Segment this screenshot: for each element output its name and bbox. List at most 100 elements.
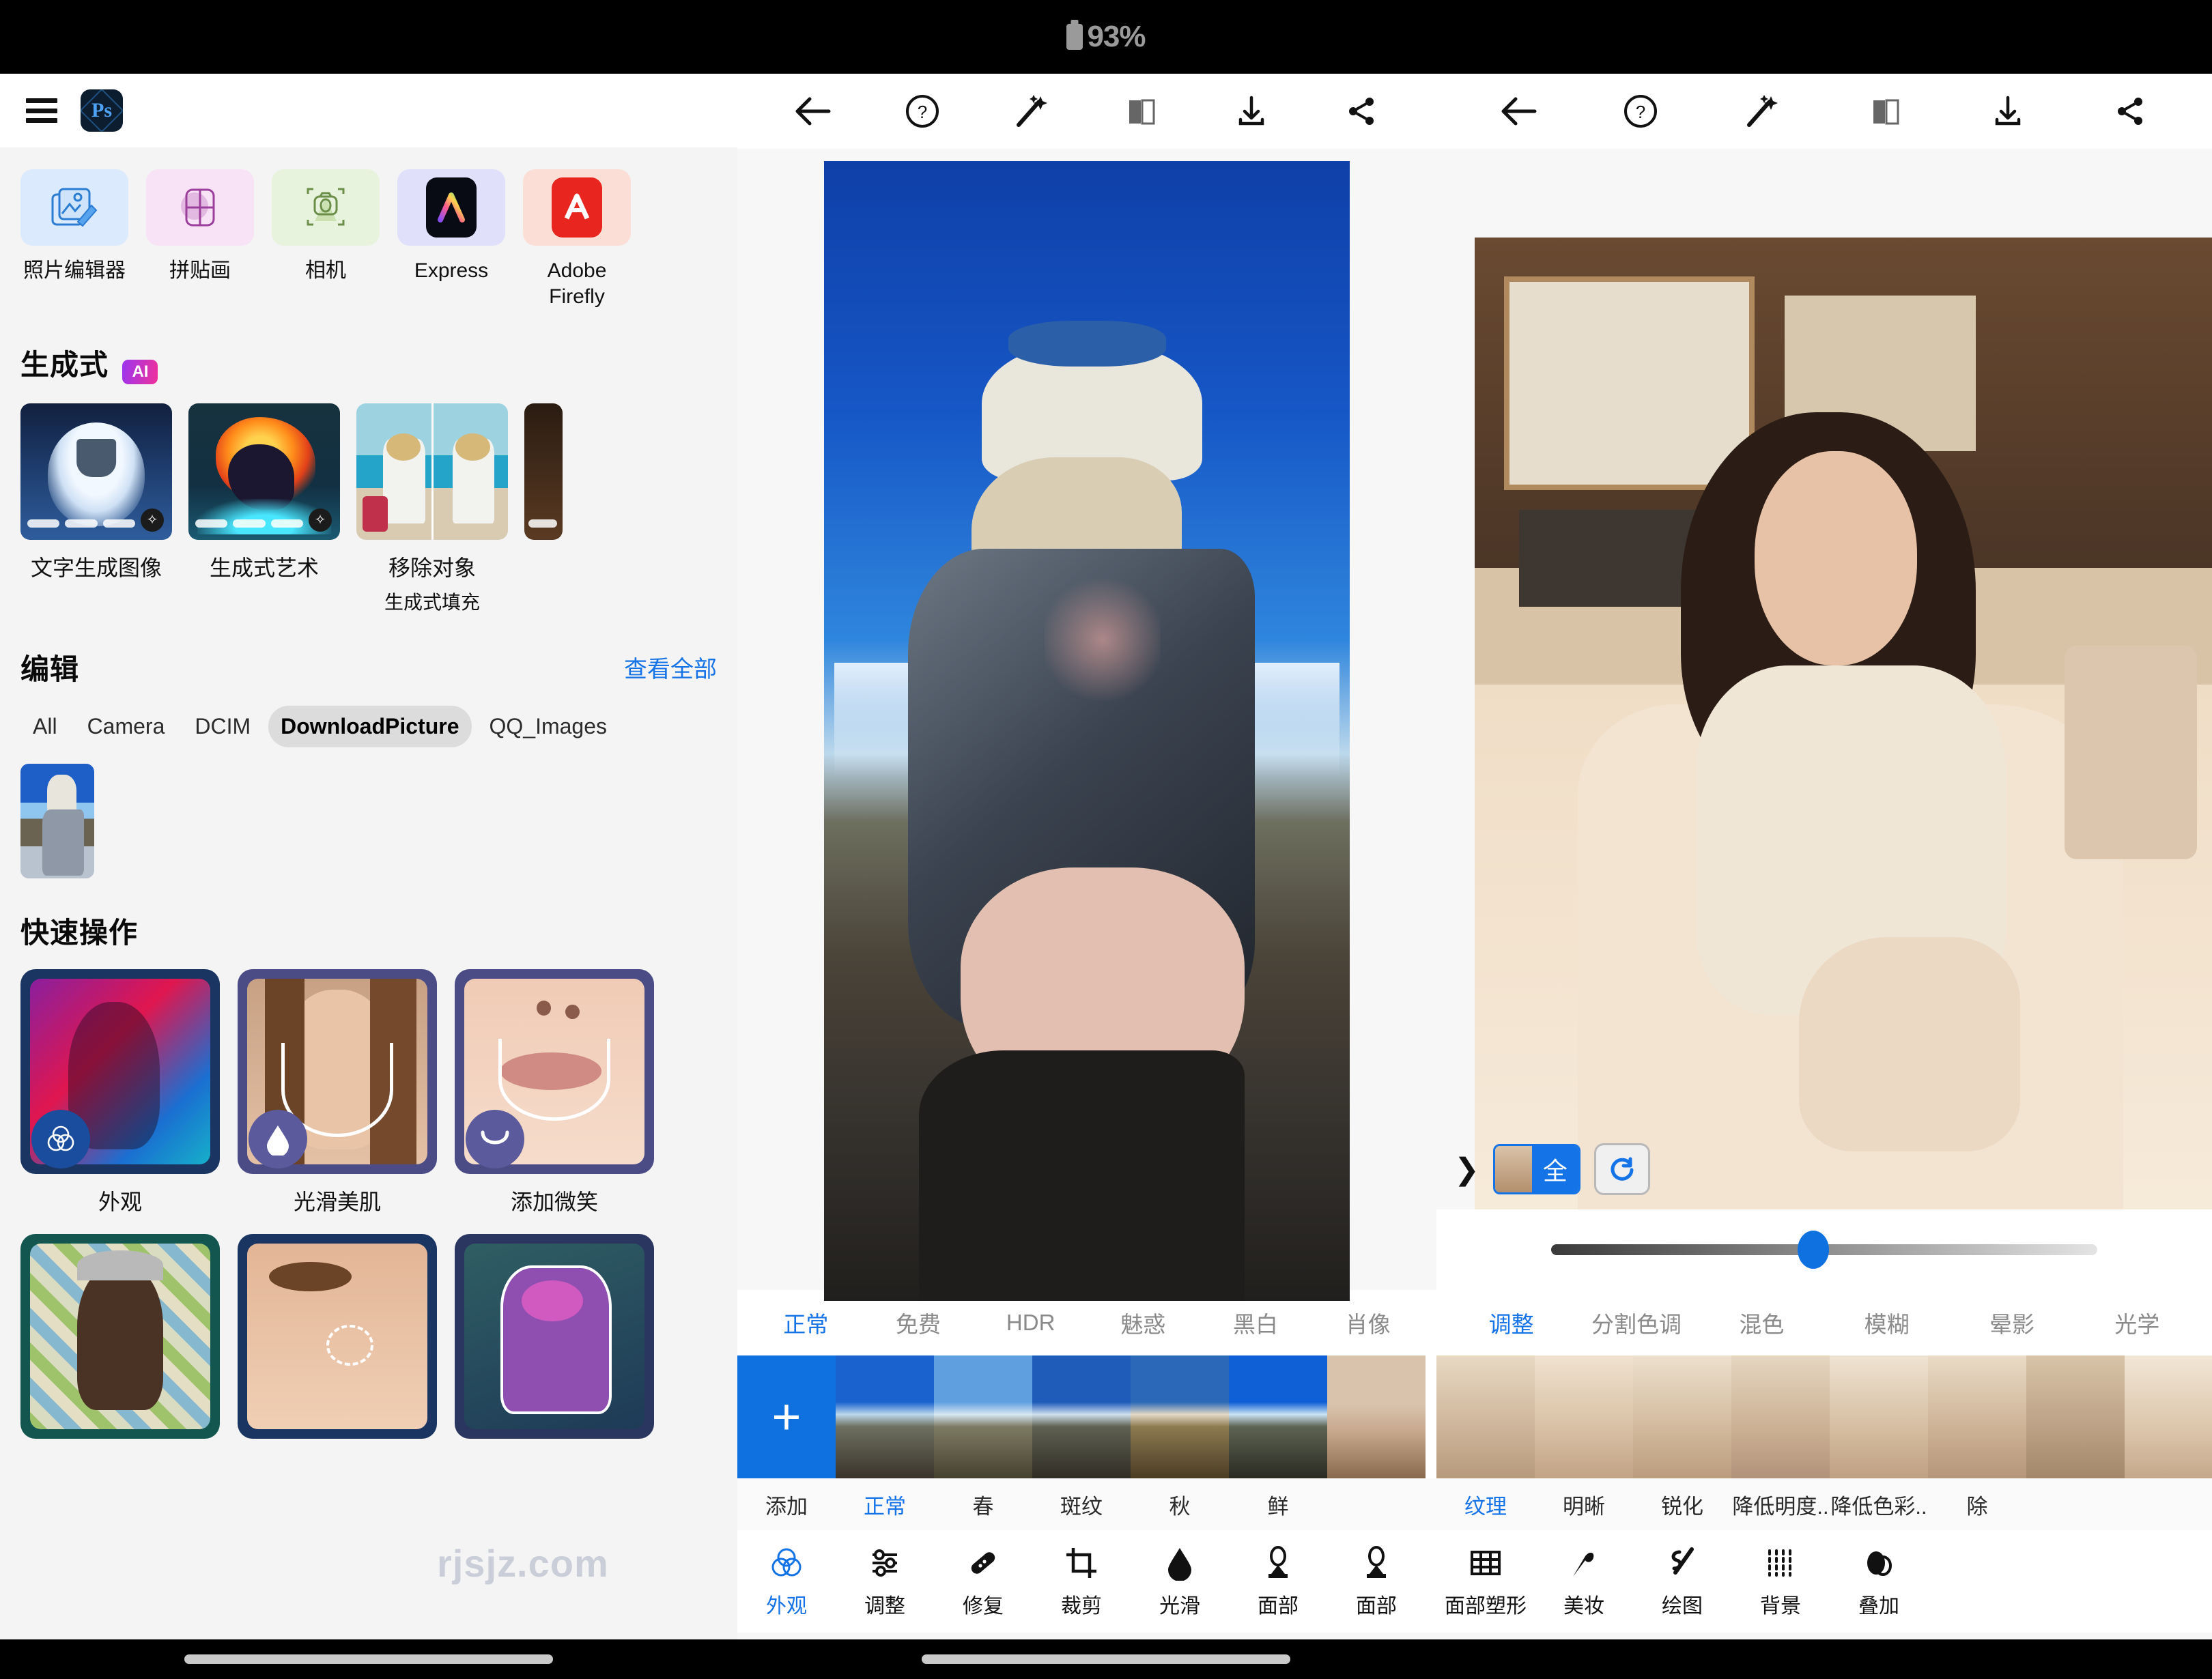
filmstrip-preset-thumb[interactable] bbox=[934, 1355, 1032, 1478]
generative-card[interactable]: 移除对象 生成式填充 bbox=[356, 403, 508, 615]
filmstrip-add-button[interactable]: + bbox=[737, 1355, 836, 1478]
tab-zhengchang[interactable]: 正常 bbox=[750, 1306, 862, 1339]
tool-photo-editor[interactable]: 照片编辑器 bbox=[20, 169, 128, 311]
quick-action-looks[interactable]: 外观 bbox=[20, 968, 220, 1216]
tab-hdr[interactable]: HDR bbox=[974, 1310, 1087, 1336]
generative-card-row[interactable]: ✧ 文字生成图像 ✧ 生成式艺术 移除对象 生成式填充 bbox=[0, 384, 737, 615]
filmstrip-preset-thumb[interactable] bbox=[2026, 1355, 2125, 1478]
generative-card[interactable]: ✧ 文字生成图像 bbox=[20, 403, 172, 615]
back-icon[interactable] bbox=[786, 85, 838, 137]
nav-guanghua[interactable]: 光滑 bbox=[1131, 1544, 1229, 1619]
filmstrip-preset-thumb[interactable] bbox=[1229, 1355, 1327, 1478]
filmstrip-preset-thumb[interactable] bbox=[2125, 1355, 2212, 1478]
share-icon[interactable] bbox=[2104, 85, 2156, 137]
tab-tiaozheng[interactable]: 调整 bbox=[1449, 1306, 1574, 1339]
quick-action-blemish[interactable] bbox=[238, 1233, 437, 1439]
compare-icon[interactable] bbox=[1116, 85, 1167, 137]
nav-xiufu[interactable]: 修复 bbox=[934, 1544, 1032, 1619]
help-icon[interactable]: ? bbox=[896, 85, 948, 137]
editor-canvas-right[interactable]: ❯ 全 bbox=[1436, 149, 2212, 1209]
tab-hunse[interactable]: 混色 bbox=[1699, 1306, 1824, 1339]
download-icon[interactable] bbox=[1225, 85, 1277, 137]
filmstrip-label-banwen[interactable]: 斑纹 bbox=[1032, 1489, 1131, 1520]
folder-chip-all[interactable]: All bbox=[20, 706, 70, 747]
nav-caijian[interactable]: 裁剪 bbox=[1032, 1544, 1131, 1619]
tab-yunying[interactable]: 晕影 bbox=[1949, 1306, 2074, 1339]
filmstrip-label-chu[interactable]: 除 bbox=[1928, 1489, 2026, 1520]
nav-mianbusuxing[interactable]: 面部塑形 bbox=[1436, 1544, 1535, 1619]
nav-beijing[interactable]: 背景 bbox=[1731, 1544, 1830, 1619]
tab-guangxue[interactable]: 光学 bbox=[2075, 1306, 2200, 1339]
tool-collage[interactable]: 拼贴画 bbox=[146, 169, 254, 311]
filmstrip-preset-thumb[interactable] bbox=[1633, 1355, 1731, 1478]
tool-firefly[interactable]: Adobe Firefly bbox=[523, 169, 631, 311]
filmstrip-label-qiu[interactable]: 秋 bbox=[1131, 1489, 1229, 1520]
tab-fengesediao[interactable]: 分割色调 bbox=[1574, 1306, 1699, 1339]
quick-action-smooth-skin[interactable]: 光滑美肌 bbox=[238, 968, 437, 1216]
scope-selector[interactable]: 全 bbox=[1492, 1144, 1580, 1194]
adjustment-slider-knob[interactable] bbox=[1798, 1231, 1829, 1269]
tab-meihuo[interactable]: 魅惑 bbox=[1087, 1306, 1200, 1339]
nav-tiaozheng[interactable]: 调整 bbox=[836, 1544, 934, 1619]
filmstrip-preset-thumb[interactable] bbox=[836, 1355, 934, 1478]
view-all-link[interactable]: 查看全部 bbox=[624, 650, 717, 684]
editor-canvas-middle[interactable] bbox=[737, 149, 1436, 1301]
folder-chip-downloadpicture[interactable]: DownloadPicture bbox=[268, 705, 472, 747]
photoshop-express-logo[interactable]: Ps bbox=[79, 88, 124, 133]
filmstrip-label-xian[interactable]: 鲜 bbox=[1229, 1489, 1327, 1520]
tab-mianfei[interactable]: 免费 bbox=[862, 1306, 975, 1339]
nav-mianbu-1[interactable]: 面部 bbox=[1229, 1544, 1327, 1619]
nav-handle-right[interactable] bbox=[922, 1654, 1290, 1664]
filmstrip-preset-thumb[interactable] bbox=[1131, 1355, 1229, 1478]
filmstrip-middle[interactable]: + bbox=[737, 1355, 1436, 1478]
nav-waiguan[interactable]: 外观 bbox=[737, 1544, 836, 1619]
adjustment-slider-track[interactable] bbox=[1551, 1231, 2097, 1269]
back-icon[interactable] bbox=[1492, 85, 1544, 137]
filmstrip-preset-thumb[interactable] bbox=[1731, 1355, 1830, 1478]
quick-action-background[interactable] bbox=[20, 1233, 220, 1439]
chevron-right-icon[interactable]: ❯ bbox=[1454, 1152, 1479, 1187]
filmstrip-label-chun[interactable]: 春 bbox=[934, 1489, 1032, 1520]
download-icon[interactable] bbox=[1982, 85, 2034, 137]
nav-meizhuang[interactable]: 美妆 bbox=[1535, 1544, 1633, 1619]
folder-chip-qqimages[interactable]: QQ_Images bbox=[477, 706, 620, 747]
tab-heibai[interactable]: 黑白 bbox=[1200, 1306, 1312, 1339]
nav-huitu[interactable]: 绘图 bbox=[1633, 1544, 1731, 1619]
tool-express[interactable]: Express bbox=[397, 169, 505, 311]
magic-wand-icon[interactable] bbox=[1006, 85, 1058, 137]
quick-action-overlay[interactable] bbox=[455, 1233, 654, 1439]
filmstrip-preset-thumb[interactable] bbox=[1928, 1355, 2026, 1478]
home-scroll-area[interactable]: 照片编辑器 拼贴画 相机 Express Adobe Firefly 生成式 A… bbox=[0, 147, 737, 1679]
nav-diejia[interactable]: 叠加 bbox=[1830, 1544, 1928, 1619]
filmstrip-preset-thumb[interactable] bbox=[1535, 1355, 1633, 1478]
filmstrip-preset-thumb[interactable] bbox=[1830, 1355, 1928, 1478]
compare-icon[interactable] bbox=[1860, 85, 1912, 137]
magic-wand-icon[interactable] bbox=[1737, 85, 1789, 137]
reset-icon[interactable] bbox=[1593, 1143, 1650, 1195]
filmstrip-preset-thumb[interactable] bbox=[1032, 1355, 1131, 1478]
filmstrip-preset-thumb[interactable] bbox=[1327, 1355, 1426, 1478]
filmstrip-label-wenli[interactable]: 纹理 bbox=[1436, 1489, 1535, 1520]
generative-card[interactable]: ✧ 生成式艺术 bbox=[188, 403, 340, 615]
filmstrip-right[interactable] bbox=[1436, 1355, 2212, 1478]
tab-xiaoxiang[interactable]: 肖像 bbox=[1311, 1306, 1424, 1339]
filmstrip-label-add[interactable]: 添加 bbox=[737, 1489, 836, 1520]
folder-chip-dcim[interactable]: DCIM bbox=[182, 706, 263, 747]
filmstrip-label-jiangdimingdu[interactable]: 降低明度.. bbox=[1731, 1489, 1830, 1520]
help-icon[interactable]: ? bbox=[1615, 85, 1667, 137]
filmstrip-label-ruihua[interactable]: 锐化 bbox=[1633, 1489, 1731, 1520]
folder-chip-camera[interactable]: Camera bbox=[75, 706, 178, 747]
filmstrip-label-mingxi[interactable]: 明晰 bbox=[1535, 1489, 1633, 1520]
gallery-thumbnail[interactable] bbox=[20, 763, 94, 878]
nav-mianbu-2[interactable]: 面部 bbox=[1327, 1544, 1426, 1619]
filmstrip-label-jiangdisecai[interactable]: 降低色彩.. bbox=[1830, 1489, 1928, 1520]
generative-card-partial[interactable] bbox=[524, 403, 563, 615]
share-icon[interactable] bbox=[1335, 85, 1387, 137]
filmstrip-label-zhengchang[interactable]: 正常 bbox=[836, 1489, 934, 1520]
hamburger-menu-icon[interactable] bbox=[26, 98, 57, 123]
quick-action-add-smile[interactable]: 添加微笑 bbox=[455, 968, 654, 1216]
tool-camera[interactable]: 相机 bbox=[272, 169, 380, 311]
nav-handle-left[interactable] bbox=[184, 1654, 553, 1664]
tab-mohu[interactable]: 模糊 bbox=[1824, 1306, 1949, 1339]
filmstrip-preset-thumb[interactable] bbox=[1436, 1355, 1535, 1478]
